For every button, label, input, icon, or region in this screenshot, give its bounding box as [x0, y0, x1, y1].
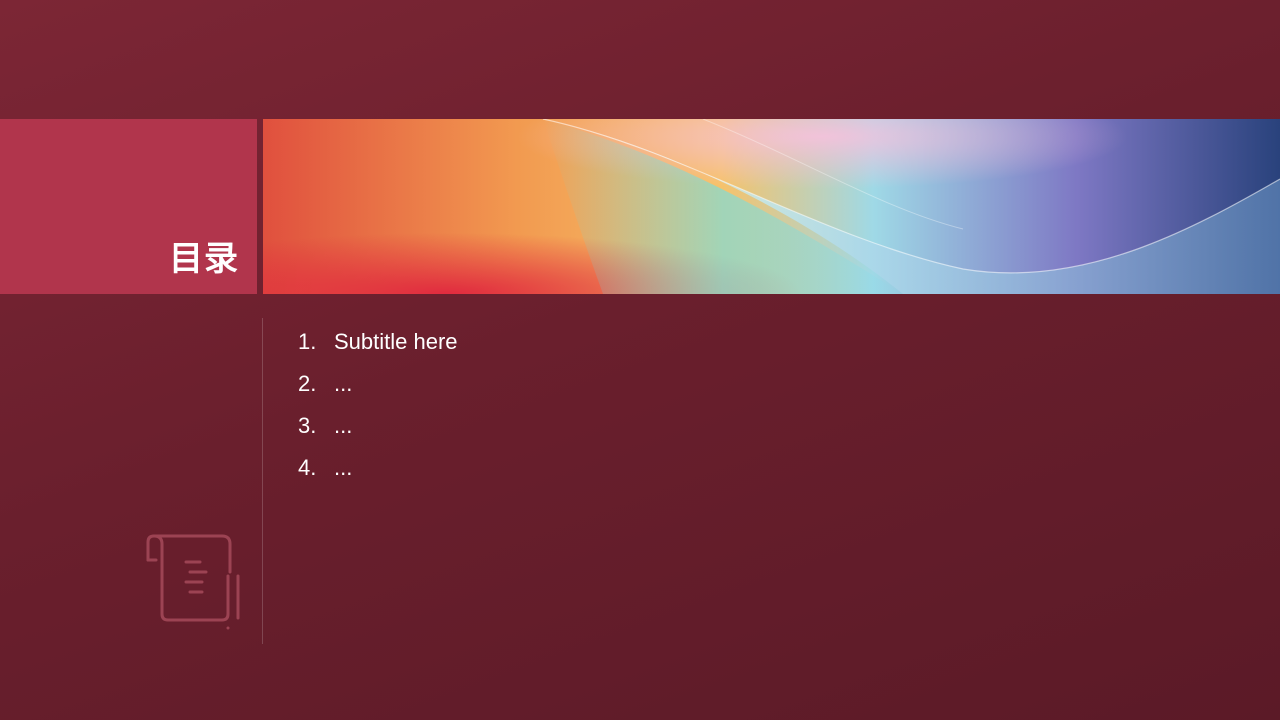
document-scroll-icon [144, 532, 244, 632]
toc-item-text: ... [334, 413, 353, 438]
toc-item-text: Subtitle here [334, 329, 458, 354]
toc-item-number: 2. [298, 371, 317, 396]
toc-item-text: ... [334, 455, 353, 480]
toc-item-number: 1. [298, 329, 317, 354]
toc-item: 2. ... [298, 363, 458, 405]
toc-item: 4. ... [298, 447, 458, 489]
slide: 目录 1. Subtitle here 2. ... 3. ... 4. ... [0, 0, 1280, 720]
toc-item-number: 3. [298, 413, 317, 438]
toc-item-number: 4. [298, 455, 317, 480]
toc-item: 1. Subtitle here [298, 321, 458, 363]
toc-item-text: ... [334, 371, 353, 396]
table-of-contents: 1. Subtitle here 2. ... 3. ... 4. ... [298, 321, 458, 489]
toc-item: 3. ... [298, 405, 458, 447]
vertical-divider [262, 318, 263, 644]
title-block: 目录 [0, 119, 257, 294]
banner-image [263, 119, 1280, 294]
page-title: 目录 [169, 239, 239, 279]
